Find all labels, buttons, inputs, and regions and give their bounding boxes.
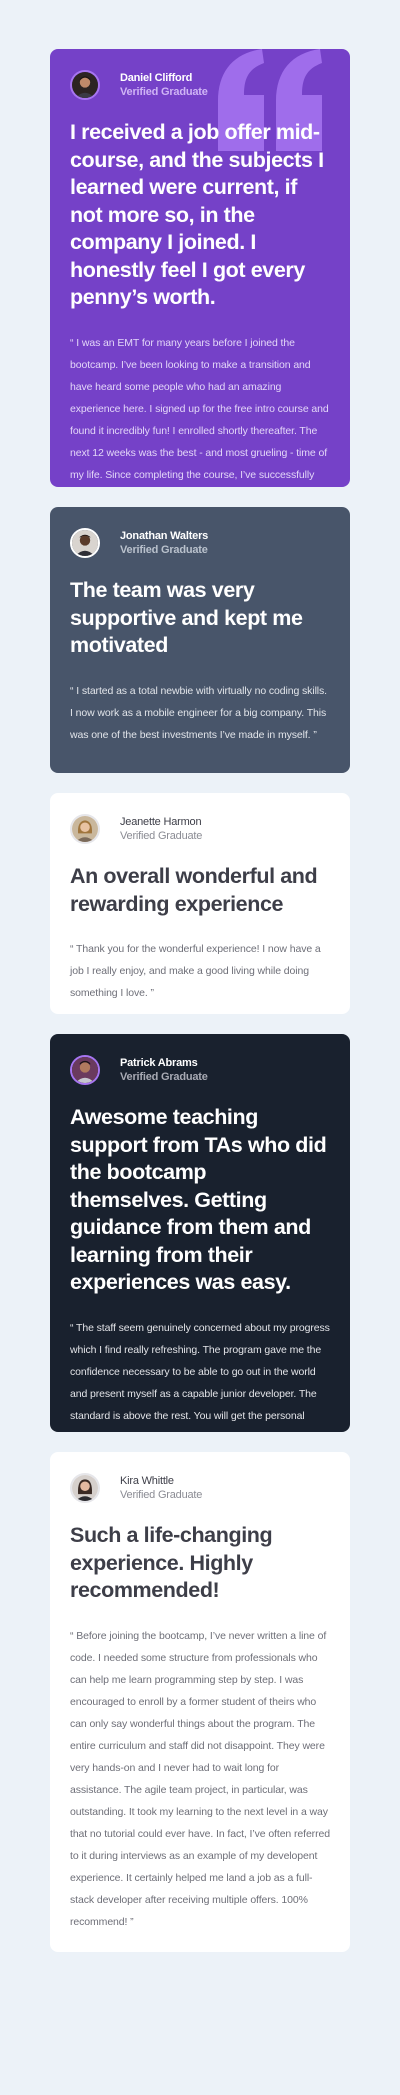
testimonial-card-jonathan: Jonathan Walters Verified Graduate The t…	[50, 507, 350, 773]
testimonials-grid: Daniel Clifford Verified Graduate I rece…	[0, 0, 400, 1952]
avatar	[70, 814, 100, 844]
testimonial-body: “ I started as a total newbie with virtu…	[70, 684, 328, 741]
avatar	[70, 1055, 100, 1085]
testimonial-body: “ Thank you for the wonderful experience…	[70, 943, 321, 999]
testimonial-body: “ Before joining the bootcamp, I’ve neve…	[70, 1629, 330, 1928]
testimonial-header: Daniel Clifford Verified Graduate	[70, 69, 330, 101]
author-status: Verified Graduate	[120, 86, 208, 98]
avatar	[70, 1473, 100, 1503]
testimonial-card-patrick: Patrick Abrams Verified Graduate Awesome…	[50, 1034, 350, 1432]
person-avatar-icon	[72, 1057, 98, 1083]
author-name: Jonathan Walters	[120, 530, 209, 542]
author-status: Verified Graduate	[120, 1071, 208, 1083]
testimonial-body: “ I was an EMT for many years before I j…	[70, 336, 329, 481]
avatar	[70, 528, 100, 558]
testimonial-headline: Such a life-changing experience. Highly …	[70, 1523, 273, 1602]
author-status: Verified Graduate	[120, 1489, 203, 1501]
testimonial-card-daniel: Daniel Clifford Verified Graduate I rece…	[50, 49, 350, 487]
author-name: Daniel Clifford	[120, 72, 193, 84]
testimonial-header: Kira Whittle Verified Graduate	[70, 1472, 330, 1504]
testimonial-card-jeanette: Jeanette Harmon Verified Graduate An ove…	[50, 793, 350, 1014]
avatar	[70, 70, 100, 100]
testimonial-body: “ The staff seem genuinely concerned abo…	[70, 1321, 330, 1433]
author-name: Patrick Abrams	[120, 1057, 198, 1069]
testimonial-headline: An overall wonderful and rewarding exper…	[70, 864, 318, 916]
person-avatar-icon	[72, 816, 98, 842]
testimonial-headline: I received a job offer mid-course, and t…	[70, 120, 324, 309]
author-name: Kira Whittle	[120, 1475, 174, 1487]
person-avatar-icon	[72, 530, 98, 556]
testimonial-card-kira: Kira Whittle Verified Graduate Such a li…	[50, 1452, 350, 1952]
testimonial-header: Jonathan Walters Verified Graduate	[70, 527, 330, 559]
person-avatar-icon	[72, 1475, 98, 1501]
author-status: Verified Graduate	[120, 830, 203, 842]
author-status: Verified Graduate	[120, 544, 208, 556]
person-avatar-icon	[72, 72, 98, 98]
author-name: Jeanette Harmon	[120, 816, 202, 828]
testimonial-headline: Awesome teaching support from TAs who di…	[70, 1105, 327, 1294]
testimonial-header: Jeanette Harmon Verified Graduate	[70, 813, 330, 845]
testimonial-headline: The team was very supportive and kept me…	[70, 578, 303, 657]
testimonial-header: Patrick Abrams Verified Graduate	[70, 1054, 330, 1086]
